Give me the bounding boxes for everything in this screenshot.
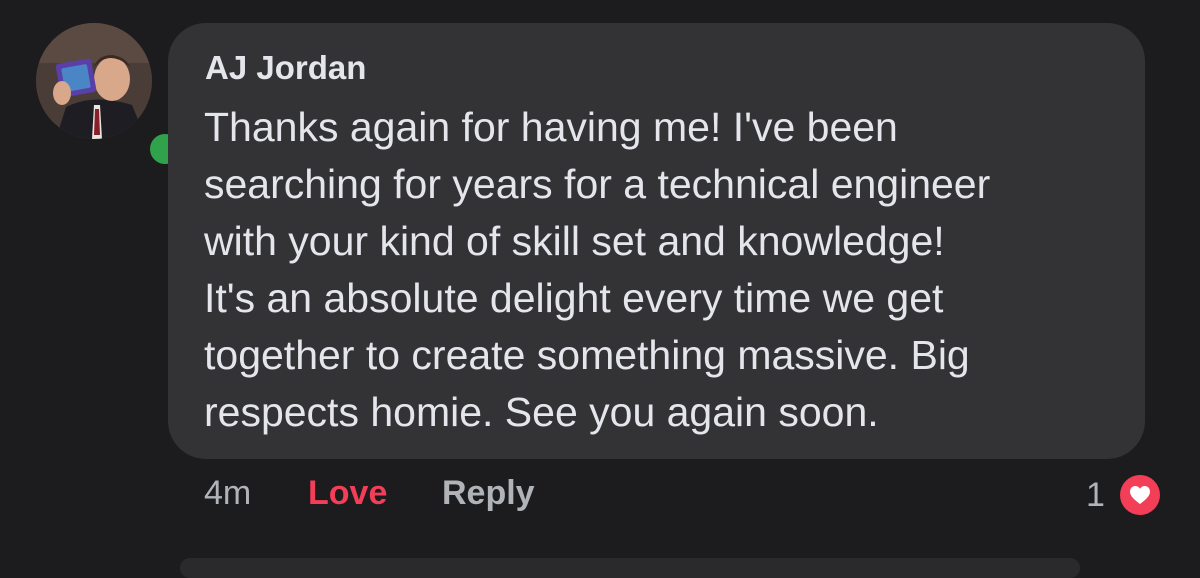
reaction-count: 1 [1086,476,1105,514]
comment-line: Thanks again for having me! I've been [204,104,898,150]
avatar[interactable] [36,23,152,139]
comment-timestamp[interactable]: 4m [204,474,251,513]
comment-line: with your kind of skill set and knowledg… [204,218,945,264]
avatar-container[interactable] [36,23,185,169]
next-comment-bubble-edge [180,558,1080,578]
heart-icon [1120,475,1160,515]
comment-author[interactable]: AJ Jordan [205,49,366,87]
heart-reaction-badge [1117,472,1163,518]
comment-text: Thanks again for having me! I've been se… [204,99,1124,441]
comment-line: searching for years for a technical engi… [204,161,991,207]
comment-bubble: AJ Jordan Thanks again for having me! I'… [168,23,1145,459]
comment-line: It's an absolute delight every time we g… [204,275,944,321]
comment-line: respects homie. See you again soon. [204,389,879,435]
love-reaction-button[interactable]: Love [308,474,387,513]
reply-button[interactable]: Reply [442,474,535,513]
comment-line: together to create something massive. Bi… [204,332,970,378]
